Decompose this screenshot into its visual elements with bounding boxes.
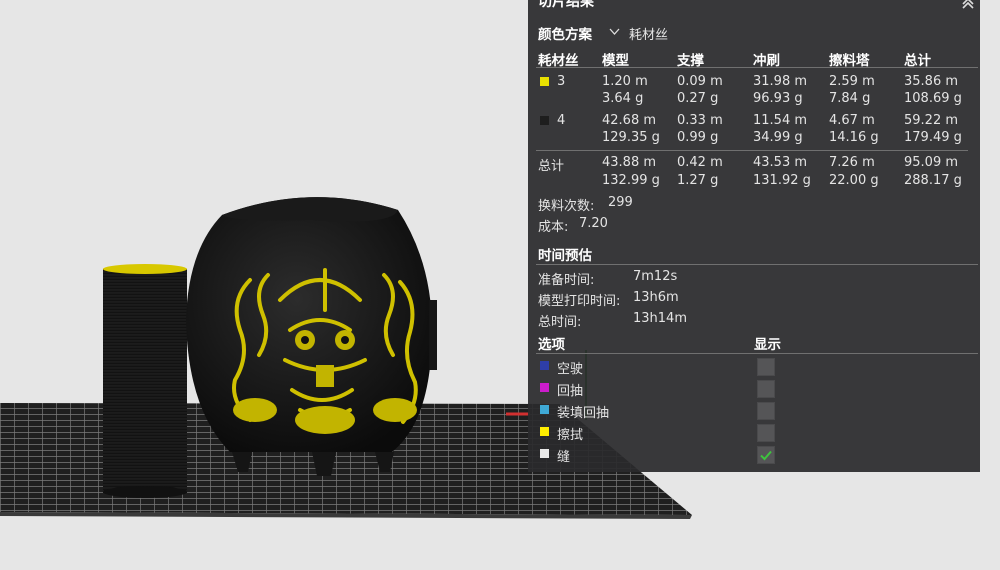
prime-tower xyxy=(103,269,187,493)
cell-model-length: 43.88 m xyxy=(602,155,657,170)
col-header-model: 模型 xyxy=(602,53,629,69)
cell-total-length: 59.22 m xyxy=(904,113,959,128)
cell-model-weight: 132.99 g xyxy=(602,173,660,188)
filament-change-count-label: 换料次数: xyxy=(538,199,595,214)
cell-support-length: 0.09 m xyxy=(677,74,723,89)
option-label: 缝 xyxy=(557,450,571,465)
prepare-time-value: 7m12s xyxy=(633,269,678,284)
cost-value: 7.20 xyxy=(579,216,608,231)
cell-support-weight: 0.27 g xyxy=(677,91,719,106)
cell-tower-length: 4.67 m xyxy=(829,113,875,128)
chevron-down-icon xyxy=(609,28,620,35)
cell-support-length: 0.33 m xyxy=(677,113,723,128)
cell-flush-weight: 96.93 g xyxy=(753,91,803,106)
total-label: 总计 xyxy=(538,159,565,174)
color-scheme-label: 颜色方案 xyxy=(538,27,592,43)
option-label: 空驶 xyxy=(557,362,584,377)
unretract-color-swatch xyxy=(540,405,549,414)
filament-color-swatch xyxy=(540,77,549,86)
cell-flush-weight: 131.92 g xyxy=(753,173,811,188)
col-header-flush: 冲刷 xyxy=(753,53,780,69)
cell-tower-length: 2.59 m xyxy=(829,74,875,89)
cell-total-weight: 179.49 g xyxy=(904,130,962,145)
col-header-filament: 耗材丝 xyxy=(538,53,579,69)
cell-total-weight: 108.69 g xyxy=(904,91,962,106)
cell-support-weight: 0.99 g xyxy=(677,130,719,145)
slice-result-panel: 切片结果 颜色方案 耗材丝 耗材丝 模型 支撑 冲刷 擦料塔 总计 3 1.20… xyxy=(528,0,980,472)
col-header-support: 支撑 xyxy=(677,53,704,69)
cell-support-length: 0.42 m xyxy=(677,155,723,170)
wipe-color-swatch xyxy=(540,427,549,436)
travel-color-swatch xyxy=(540,361,549,370)
cell-tower-weight: 14.16 g xyxy=(829,130,879,145)
model-print-time-value: 13h6m xyxy=(633,290,679,305)
cell-flush-length: 43.53 m xyxy=(753,155,808,170)
cell-tower-weight: 7.84 g xyxy=(829,91,871,106)
cell-tower-length: 7.26 m xyxy=(829,155,875,170)
cell-tower-weight: 22.00 g xyxy=(829,173,879,188)
wipe-visibility-checkbox[interactable] xyxy=(757,424,775,442)
panel-title: 切片结果 xyxy=(538,0,594,10)
retract-visibility-checkbox[interactable] xyxy=(757,380,775,398)
cell-support-weight: 1.27 g xyxy=(677,173,719,188)
display-header: 显示 xyxy=(754,337,781,353)
option-label: 装填回抽 xyxy=(557,406,610,421)
col-header-prime-tower: 擦料塔 xyxy=(829,53,870,69)
cell-model-weight: 129.35 g xyxy=(602,130,660,145)
retract-color-swatch xyxy=(540,383,549,392)
checkmark-icon xyxy=(760,450,772,461)
cell-model-length: 1.20 m xyxy=(602,74,648,89)
travel-visibility-checkbox[interactable] xyxy=(757,358,775,376)
time-estimate-title: 时间预估 xyxy=(538,248,592,264)
col-header-total: 总计 xyxy=(904,53,931,69)
filament-color-swatch xyxy=(540,116,549,125)
filament-id: 3 xyxy=(557,74,566,89)
option-label: 回抽 xyxy=(557,384,584,399)
cell-total-length: 35.86 m xyxy=(904,74,959,89)
divider xyxy=(536,67,978,68)
total-time-label: 总时间: xyxy=(538,315,582,330)
cell-flush-length: 31.98 m xyxy=(753,74,808,89)
options-header: 选项 xyxy=(538,337,565,353)
model-print-time-label: 模型打印时间: xyxy=(538,294,621,309)
seam-color-swatch xyxy=(540,449,549,458)
divider xyxy=(536,264,978,265)
cell-flush-weight: 34.99 g xyxy=(753,130,803,145)
cell-flush-length: 11.54 m xyxy=(753,113,808,128)
cell-model-weight: 3.64 g xyxy=(602,91,644,106)
total-time-value: 13h14m xyxy=(633,311,687,326)
unretract-visibility-checkbox[interactable] xyxy=(757,402,775,420)
collapse-icon[interactable] xyxy=(960,0,976,9)
prepare-time-label: 准备时间: xyxy=(538,273,595,288)
color-scheme-select[interactable]: 耗材丝 xyxy=(603,21,827,43)
color-scheme-value: 耗材丝 xyxy=(629,28,669,43)
cell-total-weight: 288.17 g xyxy=(904,173,962,188)
option-label: 擦拭 xyxy=(557,428,584,443)
cell-total-length: 95.09 m xyxy=(904,155,959,170)
seam-visibility-checkbox[interactable] xyxy=(757,446,775,464)
cell-model-length: 42.68 m xyxy=(602,113,657,128)
filament-id: 4 xyxy=(557,113,566,128)
filament-change-count-value: 299 xyxy=(608,195,633,210)
cost-label: 成本: xyxy=(538,220,569,235)
divider xyxy=(536,353,978,354)
divider xyxy=(536,150,968,151)
